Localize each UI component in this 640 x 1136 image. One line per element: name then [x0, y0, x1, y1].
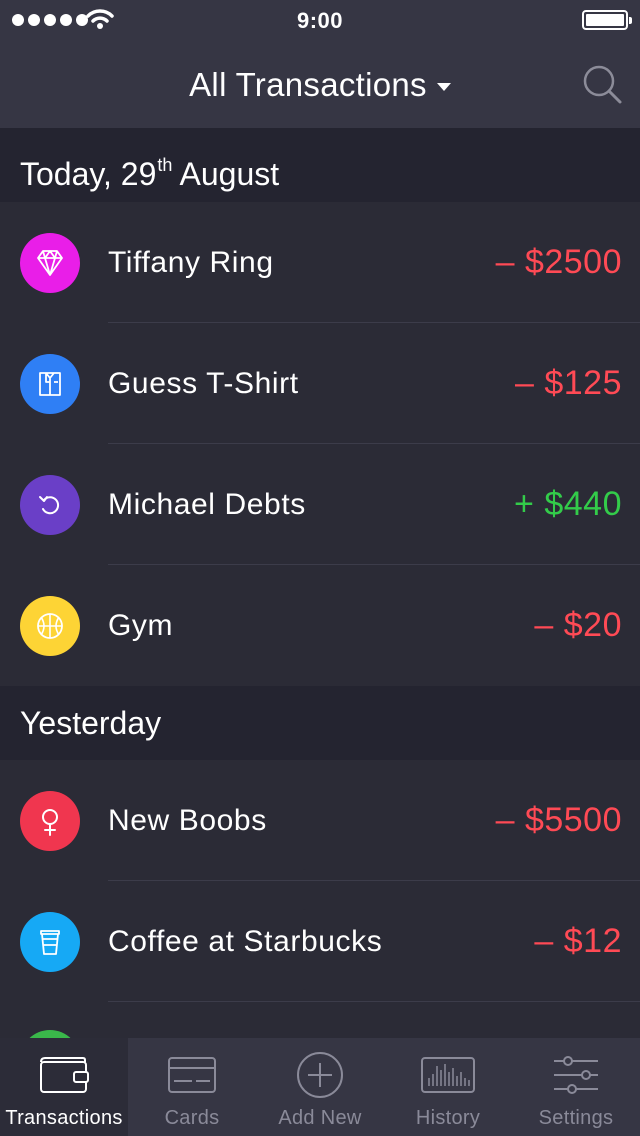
tab-label: Settings — [538, 1107, 614, 1129]
card-icon — [168, 1057, 216, 1093]
tab-cards[interactable]: Cards — [128, 1038, 256, 1136]
transaction-amount: – $20 — [534, 606, 622, 644]
basketball-icon — [20, 596, 80, 656]
transaction-amount: – $12 — [534, 922, 622, 960]
page-title: All Transactions — [189, 66, 427, 103]
transaction-amount: + $440 — [514, 485, 622, 523]
section-label: Yesterday — [20, 705, 162, 741]
divider — [108, 1001, 640, 1002]
transaction-amount: – $5500 — [495, 801, 622, 839]
transaction-row[interactable]: Michael Debts + $440 — [0, 444, 640, 565]
navigation-bar: 9:00 All Transactions — [0, 0, 640, 128]
transaction-name: New Boobs — [108, 804, 267, 837]
tab-settings[interactable]: Settings — [512, 1038, 640, 1136]
transaction-amount: – $125 — [515, 364, 622, 402]
transactions-filter-dropdown[interactable]: All Transactions — [0, 66, 640, 104]
transaction-name: Gym — [108, 609, 174, 642]
tab-label: History — [415, 1107, 481, 1129]
female-icon — [20, 791, 80, 851]
tab-label: Add New — [278, 1107, 362, 1129]
refresh-icon — [20, 475, 80, 535]
tab-history[interactable]: History — [384, 1038, 512, 1136]
tab-label: Cards — [164, 1107, 220, 1129]
transaction-row[interactable]: Gym – $20 — [0, 565, 640, 686]
diamond-icon — [20, 233, 80, 293]
transaction-amount: – $2500 — [495, 243, 622, 281]
status-time: 9:00 — [296, 8, 344, 33]
transaction-name: Michael Debts — [108, 488, 306, 521]
section-header-yesterday: Yesterday — [0, 686, 640, 760]
shirt-icon — [20, 354, 80, 414]
sliders-icon — [554, 1056, 598, 1094]
transaction-name: Coffee at Starbucks — [108, 925, 383, 958]
transaction-row[interactable]: New Boobs – $5500 — [0, 760, 640, 881]
tab-transactions[interactable]: Transactions — [0, 1038, 128, 1136]
history-bars-icon — [421, 1057, 475, 1093]
section-header-today: Today, 29th August — [0, 128, 640, 202]
status-bar: 9:00 — [0, 0, 640, 40]
tab-label: Transactions — [5, 1107, 123, 1129]
section-label-month: August — [172, 156, 280, 192]
coffee-cup-icon — [20, 912, 80, 972]
section-label-suffix: th — [157, 155, 173, 175]
transaction-name: Guess T-Shirt — [108, 367, 299, 400]
transaction-row[interactable]: Coffee at Starbucks – $12 — [0, 881, 640, 1002]
chevron-down-icon — [436, 83, 451, 92]
wallet-icon — [40, 1057, 89, 1093]
transaction-name: Tiffany Ring — [108, 246, 274, 279]
section-label: Today, 29 — [20, 156, 157, 192]
search-icon[interactable] — [580, 62, 624, 106]
transaction-row[interactable]: Tiffany Ring – $2500 — [0, 202, 640, 323]
plus-circle-icon — [297, 1052, 343, 1098]
transaction-row[interactable]: Guess T-Shirt – $125 — [0, 323, 640, 444]
battery-icon — [582, 10, 632, 30]
tab-bar: Transactions Cards Add New History Setti… — [0, 1038, 640, 1136]
tab-add-new[interactable]: Add New — [256, 1038, 384, 1136]
